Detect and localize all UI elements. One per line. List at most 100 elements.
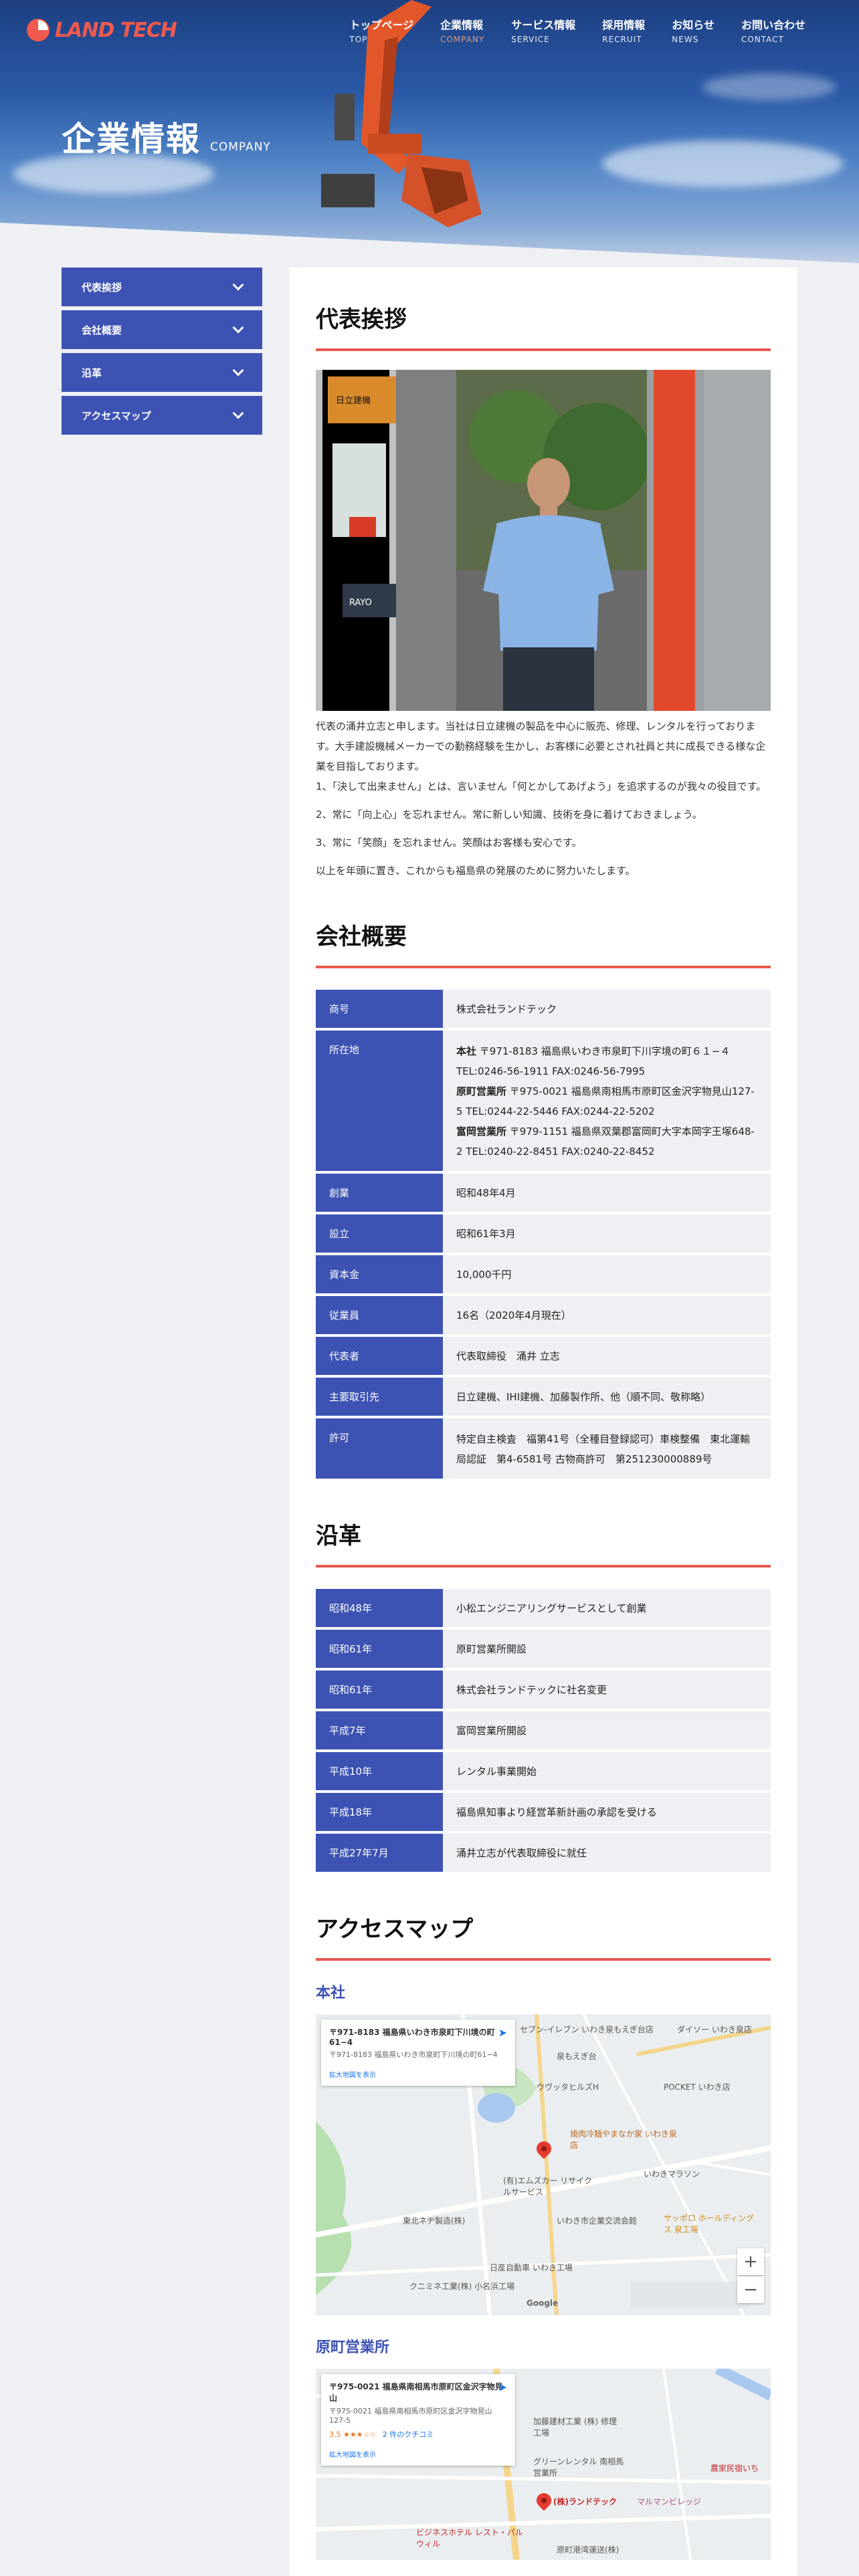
map-info-card: 〒975-0021 福島県南相馬市原町区金沢字物見山 〒975-0021 福島県…	[321, 2374, 515, 2466]
table-row: 平成10年 レンタル事業開始	[316, 1752, 771, 1790]
row-event: 原町営業所開設	[443, 1630, 771, 1668]
row-header: 許可	[316, 1418, 443, 1479]
sidebar-item-history[interactable]: 沿革	[62, 353, 262, 392]
history-section: 沿革 昭和48年 小松エンジニアリングサービスとして創業 昭和61年 原町営業所開設…	[316, 1517, 771, 1874]
logo-text: LAND TECH	[55, 18, 177, 42]
chevron-down-icon	[232, 279, 244, 291]
row-value: 特定自主検査 福第41号（全種目登録認可）車検整備 東北運輸局認証 第4-658…	[443, 1418, 771, 1479]
map-heading: 原町営業所	[316, 2339, 390, 2356]
map-enlarge-link[interactable]: 拡大地図を表示	[329, 2449, 507, 2459]
nav-label: お知らせ	[672, 19, 714, 31]
nav-label: 採用情報	[602, 19, 646, 31]
row-value: 本社 〒971-8183 福島県いわき市泉町下川字境の町６１−４ TEL:024…	[443, 1031, 771, 1171]
nav-service[interactable]: サービス情報 SERVICE	[511, 16, 575, 44]
page-title: 企業情報 COMPANY	[62, 112, 271, 160]
row-header: 設立	[316, 1214, 443, 1253]
chevron-down-icon	[232, 364, 244, 377]
table-row: 昭和48年 小松エンジニアリングサービスとして創業	[316, 1589, 771, 1627]
map-label: グリーンレンタル 南相馬営業所	[533, 2457, 624, 2478]
cloud	[602, 140, 843, 187]
table-row: 従業員 16名（2020年4月現在）	[316, 1296, 771, 1334]
nav-label: お問い合わせ	[741, 19, 805, 31]
table-row: 許可 特定自主検査 福第41号（全種目登録認可）車検整備 東北運輸局認証 第4-6…	[316, 1418, 771, 1479]
nav-recruit[interactable]: 採用情報 RECRUIT	[602, 16, 645, 44]
cloud	[702, 74, 836, 100]
sidebar-item-label: 沿革	[82, 366, 102, 379]
map-head-office[interactable]: 〒971-8183 福島県いわき市泉町下川境の町61−4 〒971-8183 福…	[316, 2014, 771, 2315]
zoom-in-button[interactable]: +	[737, 2248, 764, 2275]
row-event: 株式会社ランドテックに社名変更	[443, 1671, 771, 1709]
nav-label: 企業情報	[440, 19, 484, 31]
site-logo[interactable]: LAND TECH	[25, 17, 177, 43]
nav-top[interactable]: トップページ TOP	[349, 16, 413, 44]
row-value: 昭和48年4月	[443, 1174, 771, 1212]
map-label: セブン-イレブン いわき泉もえぎ台店	[520, 2025, 654, 2034]
sidebar-item-label: アクセスマップ	[82, 409, 151, 422]
access-section: アクセスマップ 本社 〒971-8183 福島県いわき市泉町下川境の町61−4 …	[316, 1911, 771, 2560]
row-header: 商号	[316, 990, 443, 1028]
nav-sublabel: CONTACT	[741, 35, 784, 44]
section-title: アクセスマップ	[316, 1911, 771, 1961]
map-haramachi-office[interactable]: 〒975-0021 福島県南相馬市原町区金沢字物見山 〒975-0021 福島県…	[316, 2369, 771, 2560]
row-event: 富岡営業所開設	[443, 1711, 771, 1749]
row-header: 主要取引先	[316, 1378, 443, 1416]
directions-icon[interactable]: ➤	[498, 2381, 507, 2393]
map-label: (株)ランドテック	[553, 2497, 617, 2506]
map-heading: 本社	[316, 1985, 346, 2002]
map-label: 焼肉冷麺やまなか家 いわき泉店	[570, 2129, 677, 2150]
table-row: 平成27年7月 涌井立志が代表取締役に就任	[316, 1834, 771, 1872]
sidebar-nav: 代表挨拶 会社概要 沿革 アクセスマップ	[62, 267, 262, 439]
sidebar-item-greeting[interactable]: 代表挨拶	[62, 267, 262, 306]
directions-icon[interactable]: ➤	[498, 2026, 507, 2039]
overview-table: 商号 株式会社ランドテック 所在地 本社 〒971-8183 福島県いわき市泉町下…	[316, 987, 771, 1481]
nav-sublabel: RECRUIT	[602, 35, 642, 44]
map-label: サッポロ ホールディングス 泉工場	[664, 2214, 754, 2234]
row-value: 16名（2020年4月現在）	[443, 1296, 771, 1334]
row-header: 代表者	[316, 1337, 443, 1375]
row-value: 10,000千円	[443, 1255, 771, 1293]
map-label: ウヴッタヒルズH	[537, 2082, 599, 2092]
nav-contact[interactable]: お問い合わせ CONTACT	[741, 16, 805, 44]
table-row: 昭和61年 原町営業所開設	[316, 1630, 771, 1668]
table-row: 設立 昭和61年3月	[316, 1214, 771, 1253]
nav-sublabel: NEWS	[672, 35, 699, 44]
main-nav: トップページ TOP 企業情報 COMPANY サービス情報 SERVICE 採用情報…	[349, 16, 805, 44]
photo-sign-text: RAYO	[349, 598, 372, 608]
nav-sublabel: COMPANY	[440, 35, 485, 44]
nav-label: サービス情報	[511, 19, 576, 31]
sidebar-item-access[interactable]: アクセスマップ	[62, 396, 262, 435]
row-value: 昭和61年3月	[443, 1214, 771, 1253]
nav-company[interactable]: 企業情報 COMPANY	[440, 16, 484, 44]
map-label: いわきマラソン	[644, 2169, 700, 2179]
row-value: 株式会社ランドテック	[443, 990, 771, 1028]
map-label: 日産自動車 いわき工場	[490, 2263, 573, 2272]
section-title: 会社概要	[316, 918, 771, 968]
row-event: 涌井立志が代表取締役に就任	[443, 1834, 771, 1872]
nav-news[interactable]: お知らせ NEWS	[672, 16, 714, 44]
office-name: 本社	[456, 1045, 477, 1057]
rating-stars: 3.5 ★★★☆☆	[329, 2430, 377, 2439]
chevron-down-icon	[232, 322, 244, 334]
map-info-card: 〒971-8183 福島県いわき市泉町下川境の町61−4 〒971-8183 福…	[321, 2020, 515, 2086]
row-header: 従業員	[316, 1296, 443, 1334]
office-address: 〒971-8183 福島県いわき市泉町下川字境の町６１−４	[479, 1045, 731, 1057]
table-row: 所在地 本社 〒971-8183 福島県いわき市泉町下川字境の町６１−４ TEL…	[316, 1031, 771, 1171]
row-header: 資本金	[316, 1255, 443, 1293]
map-label: (有)エムズカー リサイクルサービス	[503, 2176, 592, 2197]
table-row: 商号 株式会社ランドテック	[316, 990, 771, 1028]
table-row: 昭和61年 株式会社ランドテックに社名変更	[316, 1671, 771, 1709]
sidebar-item-overview[interactable]: 会社概要	[62, 310, 262, 349]
zoom-out-button[interactable]: −	[737, 2276, 764, 2303]
greeting-section: 代表挨拶 日立建機 RAYO 代表の涌井立志と申します。当社は日立建機の製品を中…	[316, 301, 771, 881]
table-row: 主要取引先 日立建機、IHI建機、加藤製作所、他（順不同、敬称略）	[316, 1378, 771, 1416]
page-title-en: COMPANY	[210, 140, 271, 154]
page-title-text: 企業情報	[62, 120, 201, 158]
reviews-link[interactable]: 2 件のクチコミ	[383, 2430, 434, 2439]
map-label: 農家民宿いち	[710, 2464, 759, 2473]
map-card-title: 〒975-0021 福島県南相馬市原町区金沢字物見山	[329, 2382, 503, 2403]
map-enlarge-link[interactable]: 拡大地図を表示	[329, 2069, 507, 2079]
map-label: 原町港湾運送(株)	[557, 2545, 619, 2555]
greeting-paragraph: 3、常に「笑顔」を忘れません。笑顔はお客様も安心です。	[316, 837, 582, 849]
office-tel: TEL:0246-56-1911 FAX:0246-56-7995	[456, 1065, 646, 1077]
chevron-down-icon	[232, 407, 244, 419]
